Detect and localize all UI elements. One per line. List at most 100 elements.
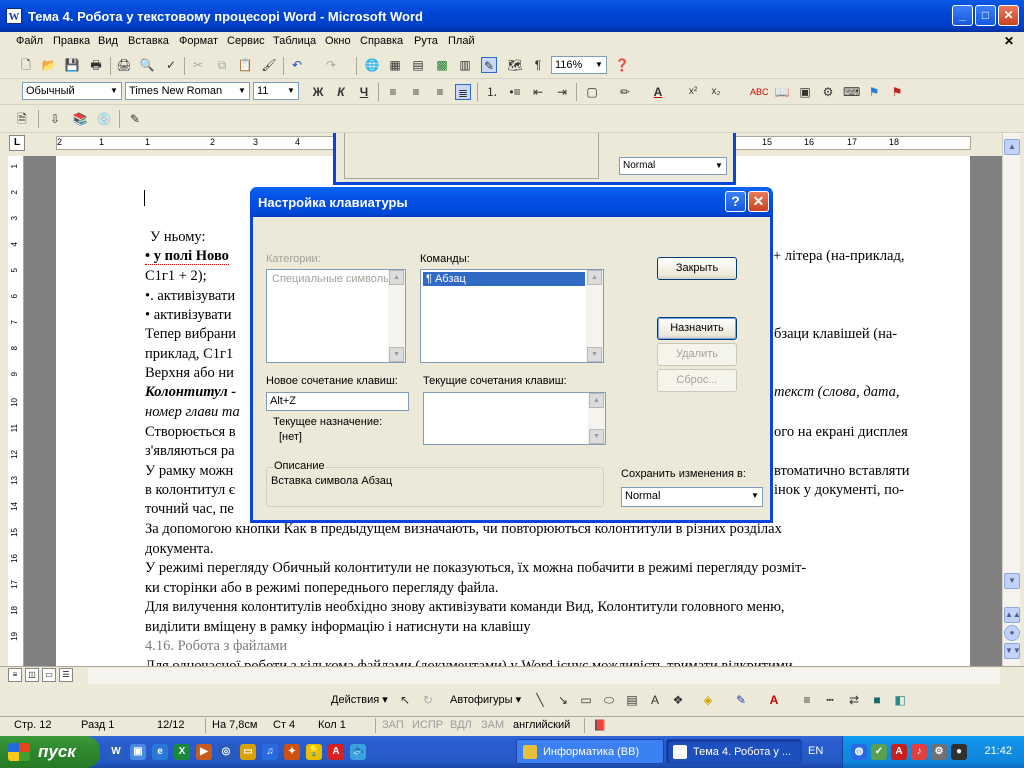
research-icon[interactable]: 📖: [774, 84, 790, 100]
menu-help[interactable]: Справка: [360, 35, 403, 47]
drawing-icon[interactable]: ✎: [481, 57, 497, 73]
menu-ruta[interactable]: Рута: [414, 35, 438, 47]
hyperlink-icon[interactable]: 🌐: [364, 57, 380, 73]
pen-icon[interactable]: ✎: [127, 111, 143, 127]
text-box-icon[interactable]: ▤: [624, 692, 640, 708]
bg-style-combo[interactable]: Normal ▼: [619, 157, 727, 175]
paste-icon[interactable]: 📋: [237, 57, 253, 73]
menu-insert[interactable]: Вставка: [128, 35, 169, 47]
status-track[interactable]: ИСПР: [412, 719, 443, 731]
wordart-icon[interactable]: A: [647, 692, 663, 708]
acrobat-quicklaunch-icon[interactable]: A: [328, 744, 344, 760]
commands-item-paragraph[interactable]: ¶ Абзац: [423, 272, 585, 286]
russia-flag-icon[interactable]: ⚑: [889, 84, 905, 100]
status-overtype[interactable]: ЗАМ: [481, 719, 504, 731]
menu-play[interactable]: Плай: [448, 35, 475, 47]
font-size-combo[interactable]: 11 ▼: [253, 82, 299, 100]
show-hide-icon[interactable]: ¶: [530, 57, 546, 73]
line-icon[interactable]: ╲: [532, 692, 548, 708]
commands-scrollbar[interactable]: ▲ ▼: [586, 270, 603, 362]
normal-view-icon[interactable]: ≡: [8, 668, 22, 682]
close-button[interactable]: Закрыть: [657, 257, 737, 280]
language-indicator[interactable]: EN: [808, 745, 823, 757]
save-in-combo[interactable]: Normal ▼: [621, 487, 763, 507]
taskbar-item-informatics[interactable]: Информатика (ВВ): [516, 739, 664, 764]
line-style-icon[interactable]: ≡: [799, 692, 815, 708]
books-icon[interactable]: 📚: [72, 111, 88, 127]
justify-icon[interactable]: ≣: [455, 84, 471, 100]
current-shortcuts-scrollbar[interactable]: ▲ ▼: [588, 393, 605, 444]
tool-quicklaunch-icon[interactable]: ✦: [284, 744, 300, 760]
insert-table-icon[interactable]: ▤: [410, 57, 426, 73]
borders-icon[interactable]: ▢: [584, 84, 600, 100]
dash-style-icon[interactable]: ┅: [822, 692, 838, 708]
excel-quicklaunch-icon[interactable]: X: [174, 744, 190, 760]
status-extend[interactable]: ВДЛ: [450, 719, 472, 731]
align-center-icon[interactable]: ≡: [408, 84, 424, 100]
tray-antivirus-icon[interactable]: ✓: [871, 744, 887, 760]
categories-item[interactable]: Специальные символы: [269, 272, 391, 286]
fish-quicklaunch-icon[interactable]: 🐟: [350, 744, 366, 760]
macro-icon[interactable]: ⚙: [820, 84, 836, 100]
assign-button[interactable]: Назначить: [657, 317, 737, 340]
abc-spelling-icon[interactable]: ABC: [750, 84, 769, 100]
status-rec[interactable]: ЗАП: [382, 719, 404, 731]
print-layout-icon[interactable]: ▭: [42, 668, 56, 682]
select-pointer-icon[interactable]: ↖: [397, 692, 413, 708]
increase-indent-icon[interactable]: ⇥: [554, 84, 570, 100]
dialog-help-button[interactable]: ?: [725, 191, 746, 212]
title-bar[interactable]: W Тема 4. Робота у текстовому процесорі …: [0, 0, 1024, 32]
disc-icon[interactable]: 💿: [96, 111, 112, 127]
columns-icon[interactable]: ▥: [457, 57, 473, 73]
document-icon[interactable]: 🗎: [14, 111, 30, 127]
document-map-icon[interactable]: 🗺: [507, 57, 523, 73]
3d-icon[interactable]: ◧: [892, 692, 908, 708]
permission-icon[interactable]: 🖶: [88, 57, 104, 73]
reset-button[interactable]: Сброс...: [657, 369, 737, 392]
spelling-icon[interactable]: ✓: [163, 57, 179, 73]
cut-icon[interactable]: ✂: [190, 57, 206, 73]
word-app-icon[interactable]: W: [6, 8, 22, 24]
arrow-icon[interactable]: ↘: [555, 692, 571, 708]
menu-table[interactable]: Таблица: [273, 35, 316, 47]
italic-icon[interactable]: К: [333, 84, 349, 100]
rotate-icon[interactable]: ↻: [420, 692, 436, 708]
dialog-title-bar[interactable]: Настройка клавиатуры: [250, 187, 773, 217]
desktop-quicklaunch-icon[interactable]: ▣: [130, 744, 146, 760]
zoom-combo[interactable]: 116% ▼: [551, 56, 607, 74]
print-preview-icon[interactable]: 🔍: [139, 57, 155, 73]
autoshapes-menu[interactable]: Автофигуры ▾: [450, 693, 521, 706]
remove-button[interactable]: Удалить: [657, 343, 737, 366]
tray-ati-icon[interactable]: A: [891, 744, 907, 760]
keyboard-icon[interactable]: ⌨: [843, 84, 860, 100]
font-combo[interactable]: Times New Roman ▼: [125, 82, 250, 100]
draw-actions-menu[interactable]: Действия ▾: [331, 693, 388, 706]
categories-scrollbar[interactable]: ▲ ▼: [388, 270, 405, 362]
format-painter-icon[interactable]: 🖌: [261, 57, 277, 73]
tab-selector-button[interactable]: L: [9, 135, 25, 151]
new-shortcut-input[interactable]: Alt+Z: [266, 392, 409, 411]
align-right-icon[interactable]: ≡: [432, 84, 448, 100]
maximize-button[interactable]: □: [975, 5, 996, 26]
menu-format[interactable]: Формат: [179, 35, 218, 47]
vertical-scrollbar[interactable]: ▲ ▼ ▲▲ ● ▼▼: [1002, 133, 1021, 666]
style-combo[interactable]: Обычный ▼: [22, 82, 122, 100]
draw-font-color-icon[interactable]: A: [766, 692, 782, 708]
shadow-icon[interactable]: ■: [869, 692, 885, 708]
vertical-ruler[interactable]: 1 2 3 4 5 6 7 8 9 10 11 12 13 14 15 16 17 18 19: [8, 156, 24, 666]
menu-file[interactable]: Файл: [16, 35, 43, 47]
dialog-close-icon[interactable]: ✕: [748, 191, 769, 212]
outline-view-icon[interactable]: ☰: [59, 668, 73, 682]
media-quicklaunch-icon[interactable]: ▶: [196, 744, 212, 760]
tables-borders-icon[interactable]: ▦: [387, 57, 403, 73]
spelling-status-icon[interactable]: 📕: [593, 719, 607, 732]
commands-listbox[interactable]: ¶ Абзац ▲ ▼: [420, 269, 604, 363]
insert-excel-icon[interactable]: ▩: [434, 57, 450, 73]
document-close-icon[interactable]: ✕: [1004, 34, 1014, 48]
horizontal-scrollbar[interactable]: [88, 668, 1000, 684]
scroll-up-icon[interactable]: ▲: [1004, 139, 1020, 155]
tray-media-icon[interactable]: ●: [951, 744, 967, 760]
categories-listbox[interactable]: Специальные символы ▲ ▼: [266, 269, 406, 363]
align-left-icon[interactable]: ≡: [385, 84, 401, 100]
save-icon[interactable]: 💾: [64, 57, 80, 73]
